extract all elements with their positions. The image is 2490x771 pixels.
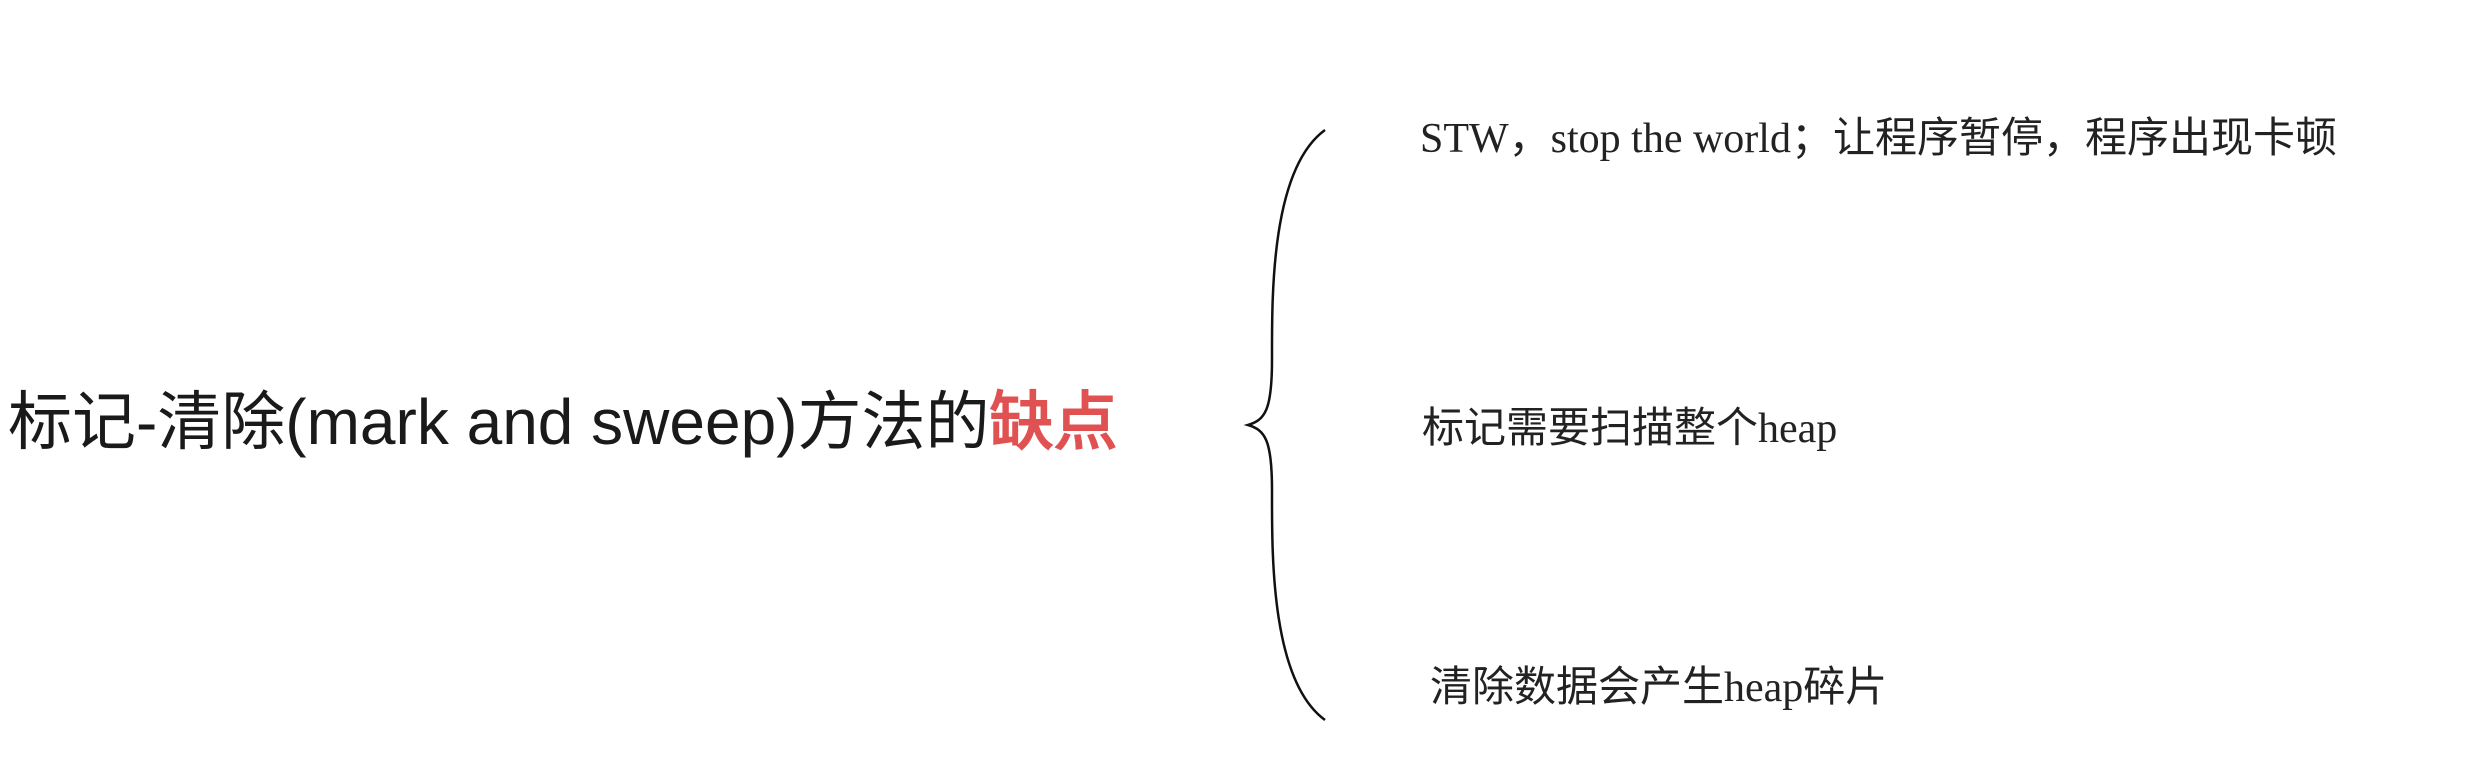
point-scan-heap: 标记需要扫描整个heap [1422,406,1838,452]
point-stw: STW，stop the world；让程序暂停，程序出现卡顿 [1420,116,2337,162]
title-prefix: 标记-清除(mark and sweep)方法的 [8,386,990,458]
curly-brace [1243,128,1326,722]
main-title: 标记-清除(mark and sweep)方法的缺点 [8,390,1118,454]
curly-brace-path [1243,128,1326,722]
point-heap-fragmentation: 清除数据会产生heap碎片 [1430,665,1888,711]
title-highlight: 缺点 [989,386,1118,458]
diagram-canvas: 标记-清除(mark and sweep)方法的缺点 STW，stop the … [0,0,2490,771]
